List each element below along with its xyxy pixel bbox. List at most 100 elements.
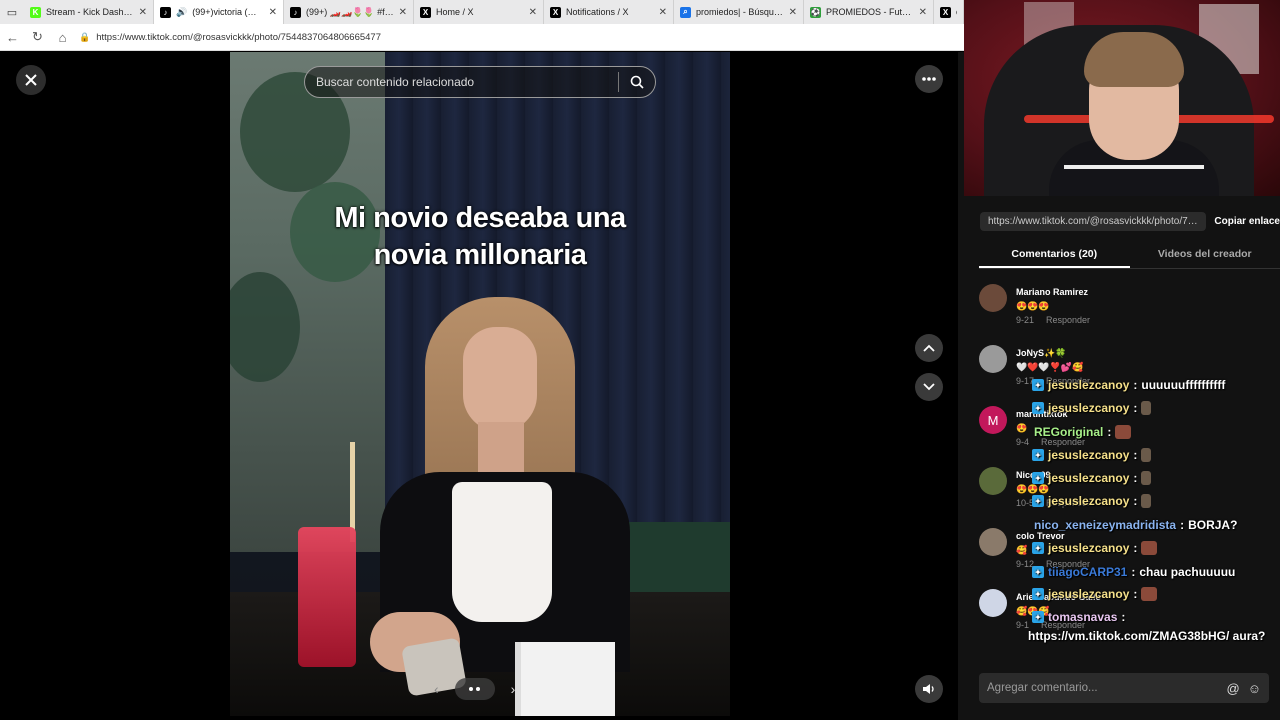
chat-separator: : xyxy=(1133,541,1138,555)
chat-message: ✦ jesuslezcanoy: xyxy=(1032,587,1158,601)
audio-playing-icon[interactable]: 🔊 xyxy=(176,7,187,18)
browser-tab[interactable]: X Notifications / X ✕ xyxy=(544,0,674,24)
browser-tab[interactable]: ♪ (99+) 🏎️🏎️🌷🌷 #fyp ✕ xyxy=(284,0,414,24)
chat-badge-icon: ✦ xyxy=(1032,542,1044,554)
search-icon[interactable] xyxy=(619,66,655,98)
copy-link-button[interactable]: Copiar enlace xyxy=(1214,216,1280,227)
tab-title: Home / X xyxy=(436,7,474,17)
chat-message: ✦ jesuslezcanoy: xyxy=(1032,471,1152,485)
chat-username: jesuslezcanoy xyxy=(1048,471,1130,485)
chat-separator: : xyxy=(1131,565,1136,579)
tab-actions-icon[interactable]: ▭ xyxy=(0,0,24,24)
chat-emote-icon xyxy=(1141,471,1152,485)
tiktok-icon: ♪ xyxy=(290,6,301,18)
related-search-input[interactable] xyxy=(305,75,618,89)
emoji-icon[interactable]: ☺ xyxy=(1248,681,1261,696)
chat-username: tomasnavas xyxy=(1048,610,1118,624)
chat-separator: : xyxy=(1133,587,1138,601)
tab-title: PROMIEDOS - Futbol Ar xyxy=(826,7,914,17)
tiktok-icon: ♪ xyxy=(160,6,171,18)
close-tab-icon[interactable]: ✕ xyxy=(919,7,927,18)
refresh-icon[interactable]: ↻ xyxy=(25,24,50,51)
comment-author[interactable]: JoNyS✨🍀 xyxy=(1016,348,1066,359)
home-icon[interactable]: ⌂ xyxy=(50,24,75,51)
browser-tab[interactable]: ♪ 🔊 (99+)victoria (@rosasvickkk) ✕ xyxy=(154,0,284,24)
chat-message: ✦ tomasnavas: xyxy=(1032,610,1125,624)
carousel-next-icon[interactable]: › xyxy=(511,681,516,697)
chat-message: ✦ jesuslezcanoy: xyxy=(1032,401,1152,415)
tab-creator-videos[interactable]: Videos del creador xyxy=(1130,244,1280,268)
browser-tab[interactable]: K Stream - Kick Dashboard ✕ xyxy=(24,0,154,24)
tab-title: el xyxy=(956,7,957,17)
comment-text: 😍😍😍 xyxy=(1016,301,1050,311)
chat-badge-icon: ✦ xyxy=(1032,588,1044,600)
post-photo: Mi novio deseaba una novia millonaria xyxy=(230,52,730,716)
close-tab-icon[interactable]: ✕ xyxy=(269,7,277,18)
browser-tab[interactable]: ⌕ promiedos| - Búsqueda ✕ xyxy=(674,0,804,24)
stream-chat-overlay: ✦ jesuslezcanoy: uuuuuuffffffffff ✦ jesuslez… xyxy=(1028,378,1280,648)
tab-title: Stream - Kick Dashboard xyxy=(46,7,134,17)
reply-button[interactable]: Responder xyxy=(1046,315,1090,325)
chat-username: REGoriginal xyxy=(1034,425,1104,439)
chat-text: chau pachuuuuu xyxy=(1139,565,1236,579)
volume-icon[interactable] xyxy=(915,675,943,703)
close-tab-icon[interactable]: ✕ xyxy=(529,7,537,18)
browser-tab[interactable]: X Home / X ✕ xyxy=(414,0,544,24)
chat-separator: : xyxy=(1133,471,1138,485)
chat-username: jesuslezcanoy xyxy=(1048,541,1130,555)
mention-icon[interactable]: @ xyxy=(1227,681,1240,696)
tab-title: (99+)victoria (@rosasvickkk) xyxy=(192,7,263,17)
avatar[interactable] xyxy=(979,589,1007,617)
close-tab-icon[interactable]: ✕ xyxy=(789,7,797,18)
tab-comments[interactable]: Comentarios (20) xyxy=(979,244,1130,268)
comment-text: 🥰 xyxy=(1016,545,1028,555)
avatar[interactable] xyxy=(979,467,1007,495)
comment-meta: 9-21 Responder xyxy=(1016,315,1090,325)
chat-message: ✦ jesuslezcanoy: xyxy=(1032,448,1152,462)
lock-icon: 🔒 xyxy=(79,31,91,42)
chat-emote-icon xyxy=(1141,448,1152,462)
previous-post-icon[interactable] xyxy=(915,334,943,362)
avatar[interactable] xyxy=(979,284,1007,312)
chat-emote-icon xyxy=(1115,425,1132,439)
chat-emote-icon xyxy=(1141,587,1158,601)
chat-separator: : xyxy=(1133,494,1138,508)
close-icon[interactable] xyxy=(16,65,46,95)
back-icon[interactable]: ← xyxy=(0,24,25,51)
share-url: https://www.tiktok.com/@rosasvickkk/phot… xyxy=(980,212,1207,231)
avatar[interactable]: M xyxy=(979,406,1007,434)
chat-text: uuuuuuffffffffff xyxy=(1141,378,1226,392)
chat-separator: : xyxy=(1133,401,1138,415)
close-tab-icon[interactable]: ✕ xyxy=(399,7,407,18)
add-comment-input[interactable] xyxy=(987,682,1219,694)
close-tab-icon[interactable]: ✕ xyxy=(659,7,667,18)
chat-separator: : xyxy=(1107,425,1112,439)
x-icon: X xyxy=(420,6,431,18)
more-options-icon[interactable] xyxy=(915,65,943,93)
chat-username: jesuslezcanoy xyxy=(1048,494,1130,508)
avatar[interactable] xyxy=(979,528,1007,556)
chat-username: jesuslezcanoy xyxy=(1048,448,1130,462)
chat-separator: : xyxy=(1121,610,1126,624)
url-field[interactable]: 🔒 https://www.tiktok.com/@rosasvickkk/ph… xyxy=(79,32,381,43)
related-search-bar xyxy=(304,66,656,98)
carousel-prev-icon[interactable]: ‹ xyxy=(434,681,439,697)
x-icon: X xyxy=(550,6,561,18)
add-comment-bar: @ ☺ xyxy=(979,673,1269,703)
browser-tab[interactable]: Xel xyxy=(934,0,964,24)
avatar[interactable] xyxy=(979,345,1007,373)
next-post-icon[interactable] xyxy=(915,373,943,401)
chat-separator: : xyxy=(1133,378,1138,392)
close-tab-icon[interactable]: ✕ xyxy=(139,7,147,18)
chat-emote-icon xyxy=(1141,401,1152,415)
comment-author[interactable]: Mariano Ramirez xyxy=(1016,287,1088,297)
photo-caption: Mi novio deseaba una novia millonaria xyxy=(334,202,626,271)
streamer-webcam xyxy=(964,0,1280,196)
chat-message: ✦ tiiagoCARP31: chau pachuuuuu xyxy=(1032,565,1235,579)
browser-tab[interactable]: ⚽ PROMIEDOS - Futbol Ar ✕ xyxy=(804,0,934,24)
tab-title: promiedos| - Búsqueda xyxy=(696,7,784,17)
chat-text: BORJA? xyxy=(1188,518,1238,532)
chat-badge-icon: ✦ xyxy=(1032,472,1044,484)
chat-username: jesuslezcanoy xyxy=(1048,378,1130,392)
chat-badge-icon: ✦ xyxy=(1032,402,1044,414)
